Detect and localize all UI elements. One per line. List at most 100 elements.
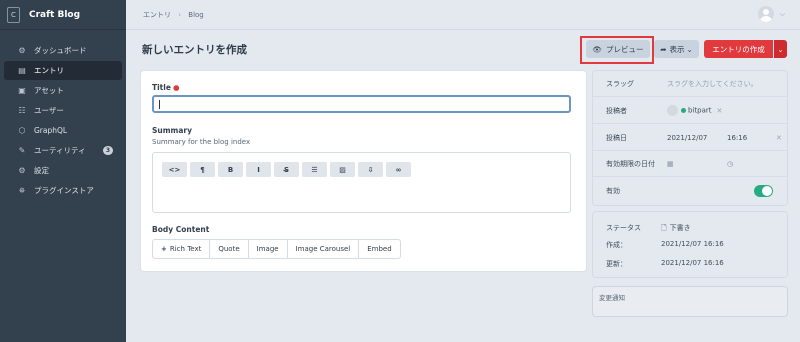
sidebar-item-plugin-store[interactable]: ⛯ プラグインストア xyxy=(4,181,122,200)
sidebar-item-assets[interactable]: ▣ アセット xyxy=(4,81,122,100)
sidebar-item-label: ダッシュボード xyxy=(34,46,87,55)
block-label: Embed xyxy=(367,245,392,253)
site-brand[interactable]: C Craft Blog xyxy=(0,0,126,30)
status-label: ステータス xyxy=(606,224,641,232)
graphql-icon: ⬡ xyxy=(18,126,26,135)
eye-icon: 👁 xyxy=(592,44,603,54)
add-block-image[interactable]: Image xyxy=(249,240,288,258)
avatar-head xyxy=(763,9,769,15)
add-block-embed[interactable]: Embed xyxy=(359,240,399,258)
status-value-text: 下書き xyxy=(669,224,691,232)
created-label: 作成： xyxy=(606,241,627,249)
sidebar-item-label: GraphQL xyxy=(34,126,68,135)
paragraph-icon[interactable]: ¶ xyxy=(190,162,215,177)
toggle-knob xyxy=(762,186,772,196)
clock-icon[interactable]: ◷ xyxy=(727,160,733,168)
post-date-row: 投稿日 2021/12/07 16:16 ✕ xyxy=(593,125,787,151)
enabled-label: 有効 xyxy=(606,187,620,195)
author-label: 投稿者 xyxy=(606,106,627,115)
text-caret xyxy=(159,100,160,109)
create-entry-button[interactable]: エントリの作成 xyxy=(704,40,773,58)
avatar-body xyxy=(760,16,772,22)
slug-input[interactable]: スラグを入力してください。 xyxy=(667,79,758,89)
title-field-label: Title ● xyxy=(152,83,179,92)
users-icon: ☷ xyxy=(18,106,26,115)
site-name: Craft Blog xyxy=(29,9,81,20)
status-dot-icon xyxy=(681,108,686,113)
chevron-down-icon[interactable]: ⌵ xyxy=(780,10,785,19)
entry-content-pane: Title ● Summary Summary for the blog inde… xyxy=(141,71,586,271)
sidebar-item-settings[interactable]: ⚙ 設定 xyxy=(4,161,122,180)
post-date-label: 投稿日 xyxy=(606,133,627,142)
slug-row: スラッグ スラグを入力してください。 xyxy=(593,71,787,97)
plugin-store-icon: ⛯ xyxy=(18,185,26,195)
block-label: Rich Text xyxy=(169,245,202,253)
add-block-rich-text[interactable]: + Rich Text xyxy=(153,240,211,258)
block-label: Quote xyxy=(218,245,240,253)
sidebar: C Craft Blog ⚙ ダッシュボード ▤ エントリ ▣ アセット ☷ ユーザー ⬡ Gra… xyxy=(0,0,126,342)
editor-toolbar: <> ¶ B I S̶ ☰ ▨ ⇩ ∞ xyxy=(162,162,414,177)
expiry-row: 有効期限の日付 ▦ ◷ xyxy=(593,151,787,177)
block-label: Image xyxy=(256,245,279,253)
site-logo: C xyxy=(7,6,20,23)
add-block-quote[interactable]: Quote xyxy=(210,240,249,258)
status-row: ステータス 🗋 下書き xyxy=(606,223,691,233)
sidebar-item-label: ユーザー xyxy=(34,106,64,115)
sidebar-item-label: エントリ xyxy=(34,66,64,75)
sidebar-item-entries[interactable]: ▤ エントリ xyxy=(4,61,122,80)
page-title: 新しいエントリを作成 xyxy=(142,44,247,56)
sidebar-item-utilities[interactable]: ✎ ユーティリティ 3 xyxy=(4,141,122,160)
sidebar-item-graphql[interactable]: ⬡ GraphQL xyxy=(4,121,122,140)
assets-icon: ▣ xyxy=(18,86,26,95)
post-time-input[interactable]: 16:16 xyxy=(727,134,747,142)
calendar-icon[interactable]: ▦ xyxy=(667,160,674,168)
enabled-toggle[interactable] xyxy=(754,185,773,197)
matrix-block-buttons: + Rich Text Quote Image Image Carousel Embed xyxy=(152,239,401,259)
summary-rich-text-editor[interactable]: <> ¶ B I S̶ ☰ ▨ ⇩ ∞ xyxy=(152,152,571,213)
remove-author-icon[interactable]: ✕ xyxy=(717,107,723,115)
breadcrumb-entries[interactable]: エントリ xyxy=(143,11,171,19)
revision-notes-field[interactable]: 変更通知 xyxy=(593,287,787,316)
entry-status-pane: ステータス 🗋 下書き 作成： 2021/12/07 16:16 更新： 2021… xyxy=(593,212,787,277)
created-value: 2021/12/07 16:16 xyxy=(661,240,724,248)
utilities-icon: ✎ xyxy=(18,146,26,155)
dashboard-icon: ⚙ xyxy=(18,46,26,55)
created-row: 作成： 2021/12/07 16:16 xyxy=(606,240,724,250)
clear-date-icon[interactable]: ✕ xyxy=(776,134,782,142)
save-menu-button[interactable]: ⌄ xyxy=(774,40,787,58)
image-icon[interactable]: ▨ xyxy=(330,162,355,177)
sidebar-item-dashboard[interactable]: ⚙ ダッシュボード xyxy=(4,41,122,60)
post-date-input[interactable]: 2021/12/07 xyxy=(667,134,707,142)
sidebar-item-label: ユーティリティ xyxy=(34,146,86,155)
sidebar-item-users[interactable]: ☷ ユーザー xyxy=(4,101,122,120)
breadcrumb-blog[interactable]: Blog xyxy=(188,11,203,19)
italic-icon[interactable]: I xyxy=(246,162,271,177)
file-icon[interactable]: ⇩ xyxy=(358,162,383,177)
chevron-down-icon: ⌄ xyxy=(777,44,784,54)
settings-icon: ⚙ xyxy=(18,166,26,175)
topbar: エントリ › Blog xyxy=(126,0,800,30)
notification-badge: 3 xyxy=(102,146,113,155)
link-icon[interactable]: ∞ xyxy=(386,162,411,177)
add-block-image-carousel[interactable]: Image Carousel xyxy=(288,240,360,258)
entry-meta-pane: スラッグ スラグを入力してください。 投稿者 bitpart ✕ 投稿日 2021… xyxy=(593,71,787,205)
strikethrough-icon[interactable]: S̶ xyxy=(274,162,299,177)
preview-button[interactable]: 👁 プレビュー xyxy=(586,40,650,58)
list-icon[interactable]: ☰ xyxy=(302,162,327,177)
author-name: bitpart xyxy=(688,106,712,115)
sidebar-item-label: プラグインストア xyxy=(34,186,94,195)
preview-label: プレビュー xyxy=(606,44,644,54)
author-field[interactable]: bitpart ✕ xyxy=(667,105,722,116)
title-input[interactable] xyxy=(152,95,571,113)
chevron-down-icon: ⌄ xyxy=(686,44,693,54)
summary-instructions: Summary for the blog index xyxy=(152,138,251,146)
author-avatar xyxy=(667,105,678,116)
user-avatar[interactable] xyxy=(758,6,774,22)
bold-icon[interactable]: B xyxy=(218,162,243,177)
html-icon[interactable]: <> xyxy=(162,162,187,177)
author-row: 投稿者 bitpart ✕ xyxy=(593,98,787,124)
plus-icon: + xyxy=(161,245,167,253)
breadcrumb-separator-icon: › xyxy=(178,10,182,19)
view-button[interactable]: ➦ 表示 ⌄ xyxy=(654,40,699,58)
entries-icon: ▤ xyxy=(18,66,26,75)
